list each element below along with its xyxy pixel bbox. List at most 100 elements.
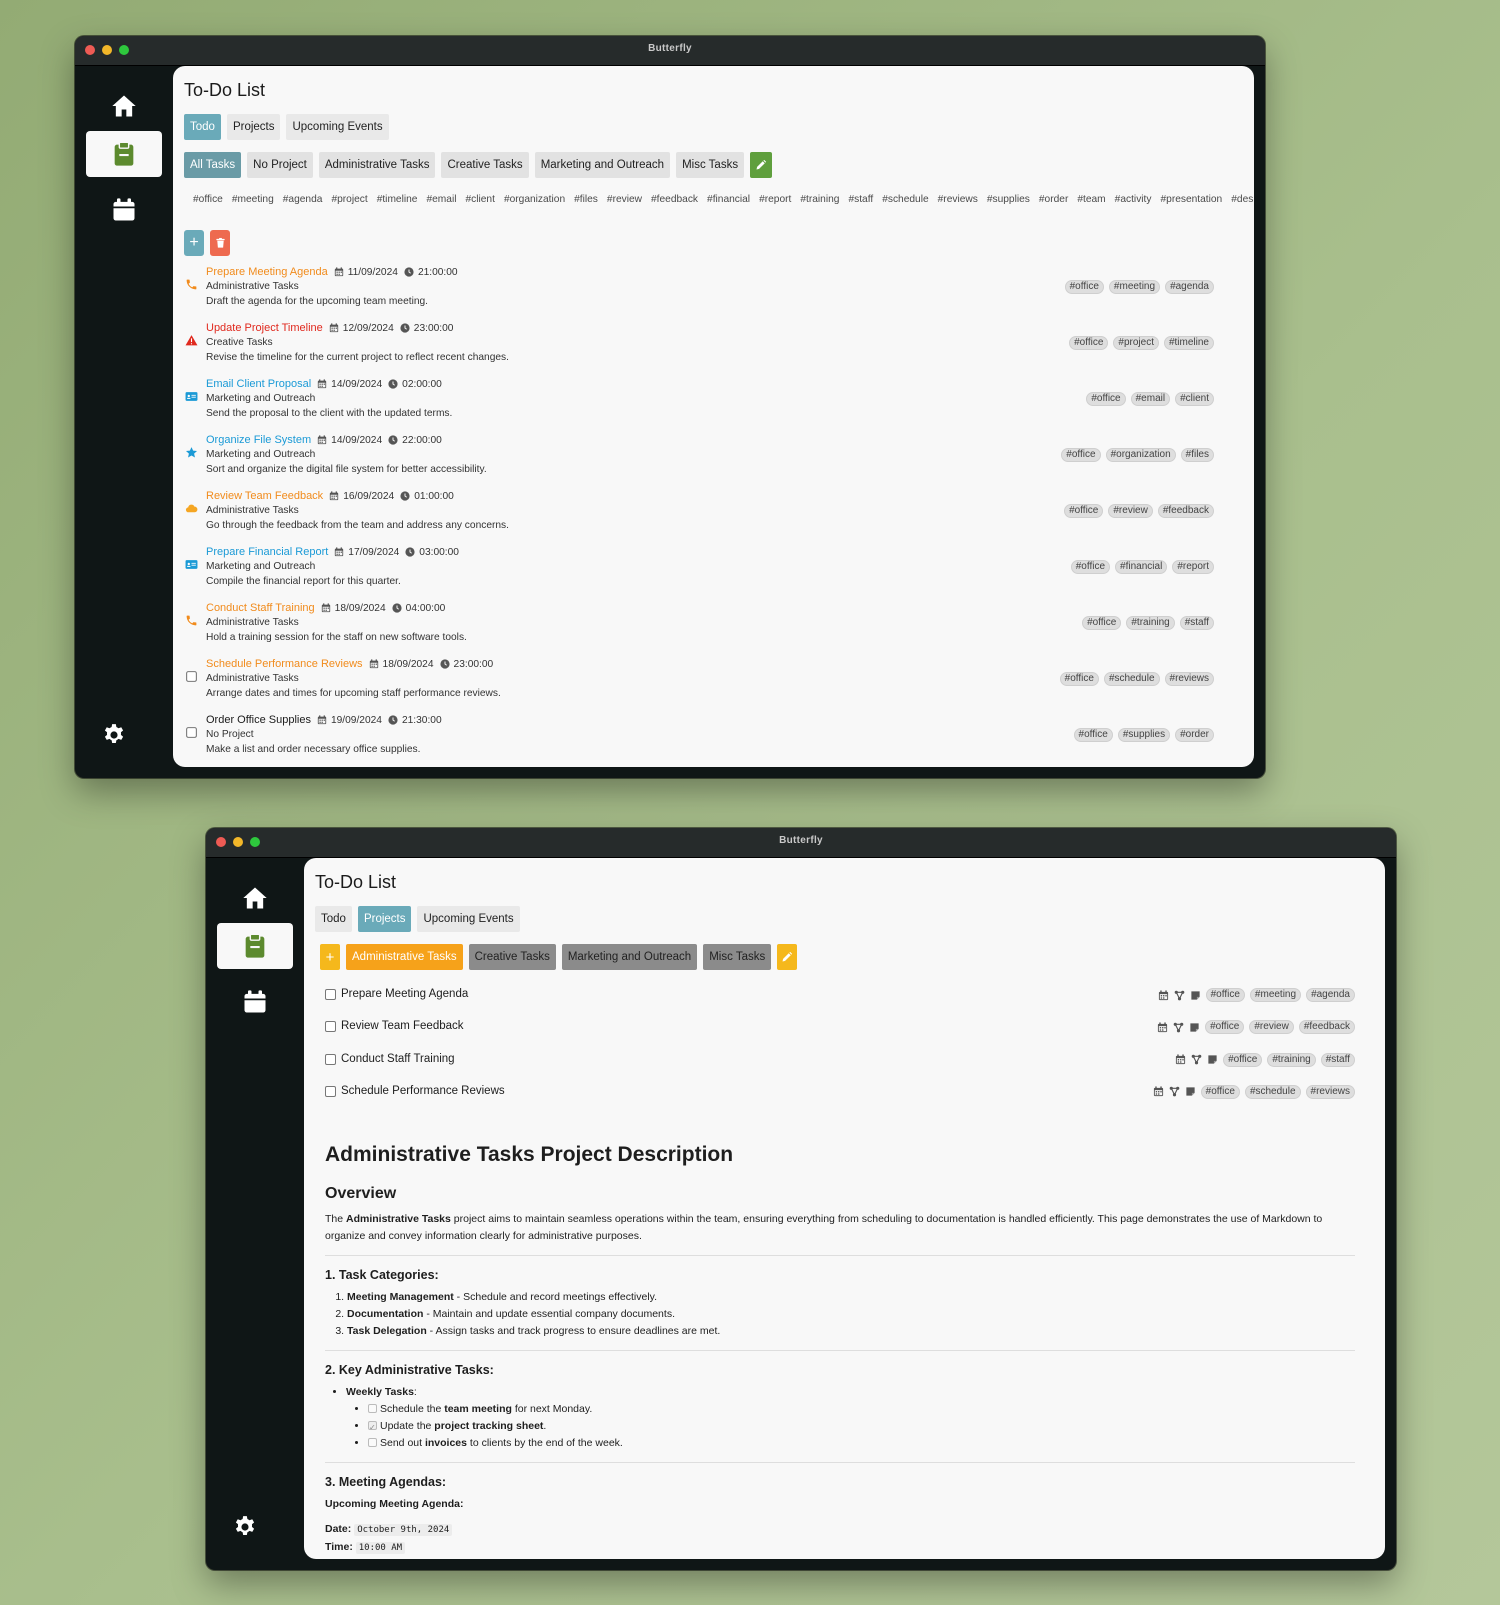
tag-chip[interactable]: #office xyxy=(1086,392,1126,406)
tag-filter[interactable]: #project xyxy=(331,194,367,205)
tag-chip[interactable]: #timeline xyxy=(1163,336,1214,350)
project-administrative-tasks[interactable]: Administrative Tasks xyxy=(346,944,463,970)
tag-chip[interactable]: #agenda xyxy=(1306,988,1355,1002)
task-title[interactable]: Update Project Timeline xyxy=(206,322,323,334)
tag-filter[interactable]: #presentation xyxy=(1160,194,1222,205)
tag-chip[interactable]: #client xyxy=(1175,392,1214,406)
tab-projects[interactable]: Projects xyxy=(226,114,281,140)
tag-chip[interactable]: #office xyxy=(1061,448,1101,462)
tab-projects[interactable]: Projects xyxy=(357,906,412,932)
project-creative-tasks[interactable]: Creative Tasks xyxy=(468,944,556,970)
tag-filter[interactable]: #staff xyxy=(848,194,873,205)
tag-chip[interactable]: #staff xyxy=(1320,1052,1355,1067)
task-title[interactable]: Conduct Staff Training xyxy=(341,1053,455,1065)
add-task-button[interactable]: + xyxy=(184,230,204,256)
project-misc-tasks[interactable]: Misc Tasks xyxy=(703,944,772,970)
nav-home[interactable] xyxy=(86,83,162,129)
tag-filter[interactable]: #reviews xyxy=(938,194,978,205)
tag-chip[interactable]: #order xyxy=(1175,728,1214,742)
tag-chip[interactable]: #files xyxy=(1180,448,1214,462)
task-item[interactable]: Conduct Staff Training 18/09/2024 04:00:00… xyxy=(184,602,1214,658)
tag-chip[interactable]: #meeting xyxy=(1249,988,1302,1002)
tab-upcoming-events[interactable]: Upcoming Events xyxy=(286,114,389,140)
tag-chip[interactable]: #feedback xyxy=(1157,504,1214,518)
tag-filter[interactable]: #office xyxy=(193,194,223,205)
tag-filter[interactable]: #files xyxy=(574,194,598,205)
tag-filter[interactable]: #report xyxy=(759,194,791,205)
task-item[interactable]: Update Project Timeline 12/09/2024 23:00:0… xyxy=(184,322,1214,378)
task-title[interactable]: Prepare Financial Report xyxy=(206,546,328,558)
tag-chip[interactable]: #training xyxy=(1126,616,1175,630)
tag-chip[interactable]: #staff xyxy=(1179,616,1214,630)
tag-chip[interactable]: #office xyxy=(1205,1020,1245,1035)
tag-chip[interactable]: #supplies xyxy=(1117,728,1171,742)
gear-icon[interactable] xyxy=(101,722,127,748)
task-status[interactable] xyxy=(185,726,198,739)
add-project-button[interactable]: + xyxy=(320,944,340,970)
tab-todo[interactable]: Todo xyxy=(184,114,221,140)
task-title[interactable]: Review Team Feedback xyxy=(341,1020,464,1032)
task-title[interactable]: Organize File System xyxy=(206,434,311,446)
tag-chip[interactable]: #organization xyxy=(1105,448,1176,462)
nav-todo[interactable] xyxy=(217,923,293,969)
task-title[interactable]: Prepare Meeting Agenda xyxy=(206,266,328,278)
task-item[interactable]: Order Office Supplies 19/09/2024 21:30:00 N… xyxy=(184,714,1214,767)
tab-todo[interactable]: Todo xyxy=(315,906,352,932)
tag-chip[interactable]: #office xyxy=(1064,504,1104,518)
tag-chip[interactable]: #agenda xyxy=(1165,280,1214,294)
project-marketing-outreach[interactable]: Marketing and Outreach xyxy=(561,944,698,970)
tag-filter[interactable]: #organization xyxy=(504,194,565,205)
task-checkbox[interactable] xyxy=(325,1085,336,1097)
tag-chip[interactable]: #feedback xyxy=(1298,1020,1355,1035)
task-checkbox[interactable] xyxy=(325,989,336,1000)
task-checkbox[interactable] xyxy=(325,1021,336,1033)
task-title[interactable]: Review Team Feedback xyxy=(206,490,323,502)
tag-chip[interactable]: #office xyxy=(1059,672,1099,686)
task-checkbox[interactable] xyxy=(368,1438,377,1447)
nav-calendar[interactable] xyxy=(217,979,293,1025)
task-item[interactable]: Prepare Meeting Agenda 11/09/2024 21:00:00… xyxy=(184,266,1214,322)
tab-upcoming-events[interactable]: Upcoming Events xyxy=(417,906,520,932)
tag-filter[interactable]: #review xyxy=(607,194,642,205)
tag-chip[interactable]: #training xyxy=(1267,1052,1316,1067)
tag-chip[interactable]: #review xyxy=(1249,1020,1294,1035)
tag-chip[interactable]: #email xyxy=(1130,392,1171,406)
delete-task-button[interactable] xyxy=(210,230,230,256)
tag-chip[interactable]: #meeting xyxy=(1108,280,1161,294)
edit-projects-button[interactable] xyxy=(750,152,773,178)
task-status[interactable] xyxy=(185,670,198,683)
tag-filter[interactable]: #email xyxy=(426,194,456,205)
tag-filter[interactable]: #design xyxy=(1231,194,1254,205)
tag-filter[interactable]: #order xyxy=(1039,194,1068,205)
tag-filter[interactable]: #meeting xyxy=(232,194,274,205)
task-item[interactable]: Schedule Performance Reviews 18/09/2024 23… xyxy=(184,658,1214,714)
tag-chip[interactable]: #project xyxy=(1113,336,1159,350)
nav-calendar[interactable] xyxy=(86,187,162,233)
nav-todo[interactable] xyxy=(86,131,162,177)
task-item[interactable]: Review Team Feedback 16/09/2024 01:00:00 Ad… xyxy=(184,490,1214,546)
tag-chip[interactable]: #reviews xyxy=(1305,1084,1355,1099)
tag-filter[interactable]: #agenda xyxy=(283,194,323,205)
tag-chip[interactable]: #review xyxy=(1108,504,1153,518)
tag-chip[interactable]: #office xyxy=(1223,1052,1263,1067)
task-checkbox[interactable] xyxy=(325,1053,336,1065)
tag-filter[interactable]: #supplies xyxy=(987,194,1030,205)
gear-icon[interactable] xyxy=(232,1514,258,1540)
task-item[interactable]: Email Client Proposal 14/09/2024 02:00:00 M… xyxy=(184,378,1214,434)
tag-chip[interactable]: #reviews xyxy=(1164,672,1214,686)
tag-filter[interactable]: #feedback xyxy=(651,194,698,205)
filter-administrative-tasks[interactable]: Administrative Tasks xyxy=(318,152,436,178)
task-title[interactable]: Conduct Staff Training xyxy=(206,602,315,614)
task-checkbox[interactable] xyxy=(368,1419,377,1436)
filter-marketing-outreach[interactable]: Marketing and Outreach xyxy=(534,152,671,178)
tag-chip[interactable]: #schedule xyxy=(1244,1084,1301,1099)
tag-chip[interactable]: #office xyxy=(1205,988,1245,1002)
tag-filter[interactable]: #schedule xyxy=(882,194,928,205)
edit-project-button[interactable] xyxy=(777,944,798,970)
filter-all-tasks[interactable]: All Tasks xyxy=(184,152,242,178)
tag-chip[interactable]: #office xyxy=(1069,336,1109,350)
tag-chip[interactable]: #office xyxy=(1082,616,1122,630)
tag-chip[interactable]: #financial xyxy=(1115,560,1168,574)
tag-chip[interactable]: #office xyxy=(1070,560,1111,574)
tag-filter[interactable]: #timeline xyxy=(377,194,418,205)
